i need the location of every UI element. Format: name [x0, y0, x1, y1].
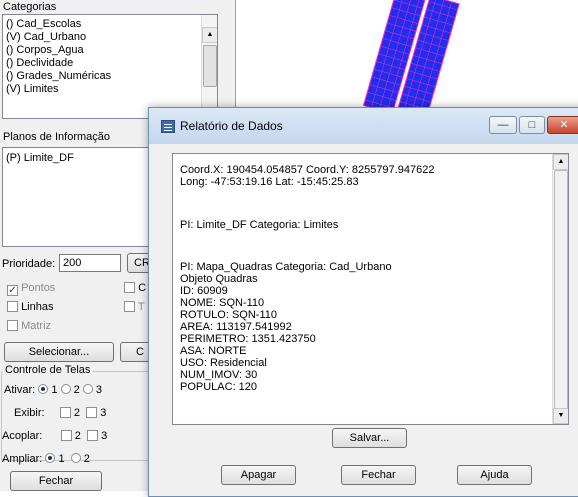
priority-input[interactable]: 200	[59, 254, 121, 272]
categories-scrollbar[interactable]: ▲	[201, 15, 217, 118]
couple-checkbox-3[interactable]	[87, 430, 99, 441]
help-button[interactable]: Ajuda	[457, 465, 532, 485]
activate-radio-1[interactable]	[38, 384, 49, 394]
points-checkbox[interactable]: ✓ Pontos	[7, 282, 55, 296]
priority-label: Prioridade:	[2, 258, 56, 270]
scroll-up-icon[interactable]: ▲	[202, 27, 217, 43]
categories-list[interactable]: () Cad_Escolas (V) Cad_Urbano () Corpos_…	[2, 14, 218, 119]
enlarge-radio-2[interactable]	[70, 453, 81, 463]
check-icon: ✓	[7, 285, 18, 296]
report-line-objeto: Objeto Quadras	[180, 273, 258, 285]
category-item-grades-numericas[interactable]: () Grades_Numéricas	[3, 70, 111, 83]
data-report-dialog: Relatório de Dados — □ ✕ Coord.X: 190454…	[148, 107, 578, 497]
report-line-asa: ASA: NORTE	[180, 345, 247, 357]
enlarge-radio-1[interactable]	[45, 453, 56, 463]
report-scroll-track[interactable]	[554, 170, 568, 409]
report-line-num-imov: NUM_IMOV: 30	[180, 369, 258, 381]
lines-checkbox[interactable]: Linhas	[7, 301, 53, 313]
panel-close-button[interactable]: Fechar	[10, 471, 102, 491]
report-line-id: ID: 60909	[180, 285, 228, 297]
display-checkbox-2[interactable]	[59, 407, 71, 418]
report-line-longlat: Long: -47:53:19.16 Lat: -15:45:25.83	[180, 176, 359, 188]
categories-label: Categorias	[3, 1, 57, 13]
checkbox-icon	[7, 301, 18, 312]
report-line-pi-quadras: PI: Mapa_Quadras Categoria: Cad_Urbano	[180, 261, 392, 273]
report-line-nome: NOME: SQN-110	[180, 297, 265, 309]
activate-row: Ativar: 1 2 3	[4, 384, 102, 396]
report-line-populac: POPULAC: 120	[180, 381, 258, 393]
couple-row: Acoplar: 2 3	[2, 430, 108, 442]
t-checkbox[interactable]: T	[124, 301, 145, 313]
checkbox-icon	[7, 320, 18, 331]
enlarge-row: Ampliar: 1 2	[2, 453, 90, 465]
matrix-checkbox[interactable]: Matriz	[7, 320, 51, 332]
checkbox-icon	[124, 282, 135, 293]
report-line-uso: USO: Residencial	[180, 357, 267, 369]
minimize-icon[interactable]: —	[489, 116, 517, 134]
category-item-cad-urbano[interactable]: (V) Cad_Urbano	[3, 31, 111, 44]
screens-group-title: Controle de Telas	[3, 364, 93, 376]
checkbox-icon	[124, 301, 135, 312]
clear-button[interactable]: Apagar	[221, 465, 296, 485]
dialog-close-button[interactable]: Fechar	[341, 465, 416, 485]
scroll-thumb[interactable]	[203, 45, 217, 87]
select-button[interactable]: Selecionar...	[4, 342, 114, 362]
save-button[interactable]: Salvar...	[332, 428, 407, 448]
activate-radio-3[interactable]	[82, 384, 93, 394]
map-blocks	[362, 0, 460, 124]
report-textarea[interactable]: Coord.X: 190454.054857 Coord.Y: 8255797.…	[172, 153, 569, 425]
couple-checkbox-2[interactable]	[60, 430, 72, 441]
report-scrollbar[interactable]: ▲ ▼	[552, 154, 568, 424]
map-canvas[interactable]	[236, 0, 578, 124]
category-item-declividade[interactable]: () Declividade	[3, 57, 111, 70]
category-item-limites[interactable]: (V) Limites	[3, 83, 111, 96]
report-line-coords: Coord.X: 190454.054857 Coord.Y: 8255797.…	[180, 164, 435, 176]
report-line-area: AREA: 113197.541992	[180, 321, 292, 333]
maximize-icon[interactable]: □	[519, 116, 545, 134]
report-line-pi-limite: PI: Limite_DF Categoria: Limites	[180, 219, 339, 231]
scroll-down-icon[interactable]: ▼	[553, 408, 568, 424]
dialog-titlebar[interactable]: Relatório de Dados — □ ✕	[149, 108, 578, 144]
dialog-title: Relatório de Dados	[180, 119, 283, 133]
scroll-up-icon[interactable]: ▲	[553, 154, 568, 170]
display-row: Exibir: 2 3	[14, 407, 107, 419]
report-line-perimetro: PERIMETRO: 1351.423750	[180, 333, 316, 345]
c-checkbox[interactable]: C	[124, 282, 146, 294]
planes-label: Planos de Informação	[3, 131, 111, 143]
report-app-icon	[161, 120, 175, 133]
report-line-rotulo: ROTULO: SQN-110	[180, 309, 277, 321]
category-item-corpos-agua[interactable]: () Corpos_Agua	[3, 44, 111, 57]
category-item-cad-escolas[interactable]: () Cad_Escolas	[3, 18, 111, 31]
activate-radio-2[interactable]	[60, 384, 71, 394]
display-checkbox-3[interactable]	[86, 407, 98, 418]
close-icon[interactable]: ✕	[547, 116, 578, 134]
